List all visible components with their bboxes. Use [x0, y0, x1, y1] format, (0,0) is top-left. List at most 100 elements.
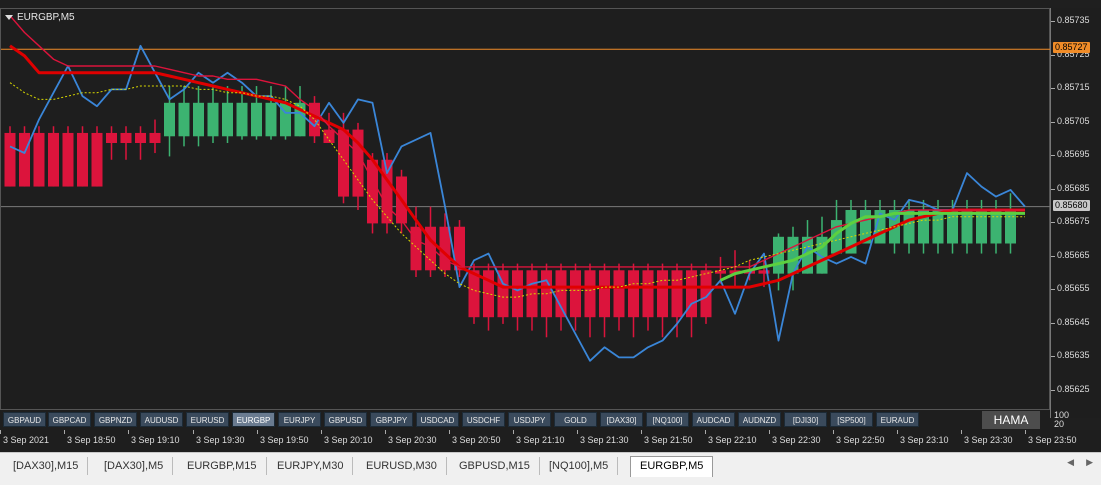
price-tick	[1051, 121, 1055, 123]
price-label: 0.85645	[1057, 316, 1090, 327]
scroll-left-icon[interactable]: ◀	[1067, 457, 1074, 467]
candle-body	[222, 102, 233, 137]
dropdown-triangle-icon[interactable]	[5, 14, 13, 20]
price-chart[interactable]	[1, 9, 1051, 411]
symbol-button[interactable]: AUDNZD	[738, 412, 781, 427]
candle-body	[120, 132, 132, 143]
candle-body	[613, 270, 625, 318]
candle-body	[947, 210, 958, 244]
hama-button[interactable]: HAMA	[982, 411, 1040, 429]
candle-body	[178, 102, 190, 137]
symbol-button[interactable]: [SP500]	[830, 412, 873, 427]
price-label: 0.85735	[1057, 15, 1090, 26]
time-tick	[449, 430, 450, 434]
symbol-button[interactable]: GBPCAD	[48, 412, 91, 427]
price-label: 0.85685	[1057, 182, 1090, 193]
price-tick	[1051, 54, 1055, 56]
time-tick	[64, 430, 65, 434]
time-tick	[833, 430, 834, 434]
price-label: 0.85665	[1057, 249, 1090, 260]
time-tick	[385, 430, 386, 434]
candle-body	[555, 270, 567, 318]
time-label: 3 Sep 23:10	[900, 435, 949, 445]
time-tick	[577, 430, 578, 434]
time-tick	[705, 430, 706, 434]
candle-body	[193, 102, 204, 137]
time-tick	[897, 430, 898, 434]
time-tick	[1025, 430, 1026, 434]
symbol-button[interactable]: GBPAUD	[3, 412, 46, 427]
symbol-button[interactable]: GBPNZD	[94, 412, 137, 427]
chart-tab[interactable]: EURGBP,M5	[630, 456, 714, 477]
symbol-button-panel: GBPAUD GBPCAD GBPNZD AUDUSD EURUSD EURGBP EURJ…	[0, 410, 1050, 430]
symbol-button[interactable]: GBPJPY	[370, 412, 413, 427]
time-label: 3 Sep 22:10	[708, 435, 757, 445]
candle-body	[236, 102, 248, 137]
candle-body	[265, 102, 277, 137]
chart-title-text: EURGBP,M5	[17, 12, 75, 23]
symbol-button[interactable]: EURAUD	[876, 412, 919, 427]
candle-body	[410, 226, 422, 271]
symbol-button[interactable]: AUDCAD	[692, 412, 735, 427]
price-tick	[1051, 21, 1055, 23]
symbol-button[interactable]: USDCAD	[416, 412, 459, 427]
price-label: 0.85715	[1057, 82, 1090, 93]
candle-body	[164, 102, 175, 137]
candle-body	[903, 210, 915, 244]
candle-body	[671, 270, 683, 318]
time-label: 3 Sep 23:50	[1028, 435, 1077, 445]
symbol-button[interactable]: [DJI30]	[784, 412, 827, 427]
price-label: 0.85625	[1057, 383, 1090, 394]
time-label: 3 Sep 21:10	[516, 435, 565, 445]
time-tick	[128, 430, 129, 434]
candle-body	[149, 132, 161, 143]
time-axis[interactable]: 3 Sep 2021 3 Sep 18:50 3 Sep 19:10 3 Sep 19…	[0, 430, 1101, 452]
price-tick	[1051, 155, 1055, 157]
price-label: 0.85705	[1057, 115, 1090, 126]
time-label: 3 Sep 21:30	[580, 435, 629, 445]
candle-body	[135, 132, 146, 143]
symbol-button[interactable]: USDJPY	[508, 412, 551, 427]
candle-body	[976, 210, 987, 244]
red-moving-average	[9, 44, 1025, 289]
tab-scroll-arrows: ◀ ▶	[1055, 457, 1093, 468]
time-label: 3 Sep 22:30	[772, 435, 821, 445]
symbol-button[interactable]: USDCHF	[462, 412, 505, 427]
symbol-button[interactable]: GOLD	[554, 412, 597, 427]
symbol-button[interactable]: EURJPY	[278, 412, 321, 427]
price-tick	[1051, 356, 1055, 358]
chart-tab[interactable]: GBPUSD,M15	[450, 457, 540, 475]
orange-level-tag: 0.85727	[1053, 42, 1090, 54]
symbol-button[interactable]: EURUSD	[186, 412, 229, 427]
chart-tab[interactable]: [DAX30],M5	[95, 457, 174, 475]
chart-tab[interactable]: EURJPY,M30	[268, 457, 354, 475]
candle-body	[1005, 210, 1016, 244]
price-tick	[1051, 188, 1055, 190]
time-label: 3 Sep 20:10	[324, 435, 373, 445]
price-label: 0.85655	[1057, 283, 1090, 294]
symbol-button[interactable]: EURGBP	[232, 412, 275, 427]
price-label: 0.85675	[1057, 216, 1090, 227]
chart-plot-area[interactable]	[0, 8, 1051, 411]
time-tick	[193, 430, 194, 434]
symbol-button[interactable]: [DAX30]	[600, 412, 643, 427]
price-axis[interactable]: 0.85735 0.85725 0.85715 0.85705 0.85695 0.856…	[1050, 8, 1101, 418]
candle-body	[91, 132, 103, 187]
chart-tab[interactable]: EURGBP,M15	[178, 457, 267, 475]
indicator-scale: 100 20	[1054, 411, 1069, 429]
chart-tab[interactable]: [DAX30],M15	[4, 457, 89, 475]
candle-body	[33, 132, 45, 187]
symbol-button[interactable]: AUDUSD	[140, 412, 183, 427]
price-label: 0.85635	[1057, 350, 1090, 361]
chart-window: EURGBP,M5 0.85735 0.85725 0.85715 0.85705 0.…	[0, 0, 1101, 485]
symbol-button[interactable]: GBPUSD	[324, 412, 367, 427]
price-tick	[1051, 88, 1055, 90]
scroll-right-icon[interactable]: ▶	[1086, 457, 1093, 467]
price-tick	[1051, 255, 1055, 257]
candle-body	[468, 270, 480, 318]
chart-tab[interactable]: [NQ100],M5	[540, 457, 619, 475]
symbol-button[interactable]: [NQ100]	[646, 412, 689, 427]
chart-tab[interactable]: EURUSD,M30	[357, 457, 447, 475]
time-tick	[0, 430, 1, 434]
time-label: 3 Sep 23:30	[964, 435, 1013, 445]
